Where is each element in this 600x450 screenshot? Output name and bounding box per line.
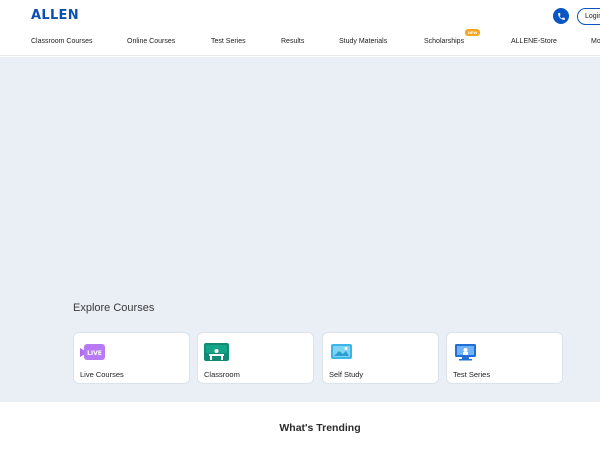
new-badge: NEW [465,29,481,36]
whats-trending-title: What's Trending [279,422,361,434]
course-card-classroom[interactable]: Classroom [197,332,314,384]
nav-allene-store[interactable]: ALLENE-Store [511,35,557,49]
nav-online-courses[interactable]: Online Courses [127,35,175,49]
self-study-icon [329,343,354,361]
phone-icon [557,12,565,20]
login-button[interactable]: Login [577,8,600,25]
test-series-icon [453,343,478,361]
card-label: Self Study [329,370,364,379]
card-label: Test Series [453,370,491,379]
nav-scholarships[interactable]: Scholarships [424,35,464,49]
explore-courses-title: Explore Courses [73,302,155,314]
main-nav: Classroom Courses Online Courses Test Se… [0,35,600,49]
live-video-icon: LIVE [80,343,105,361]
site-header: ALLEN Login Classroom Courses Online Cou… [0,0,600,56]
allen-logo[interactable]: ALLEN [31,8,79,23]
course-card-self-study[interactable]: Self Study [322,332,439,384]
nav-results[interactable]: Results [281,35,304,49]
nav-more[interactable]: More [591,35,600,49]
live-icon-text: LIVE [87,350,102,357]
phone-call-button[interactable] [553,8,569,24]
nav-test-series[interactable]: Test Series [211,35,246,49]
course-card-live-courses[interactable]: LIVE Live Courses [73,332,190,384]
card-label: Live Courses [80,370,124,379]
nav-classroom-courses[interactable]: Classroom Courses [31,35,92,49]
course-card-test-series[interactable]: Test Series [446,332,563,384]
classroom-board-icon [204,343,229,361]
nav-study-materials[interactable]: Study Materials [339,35,387,49]
card-label: Classroom [204,370,240,379]
